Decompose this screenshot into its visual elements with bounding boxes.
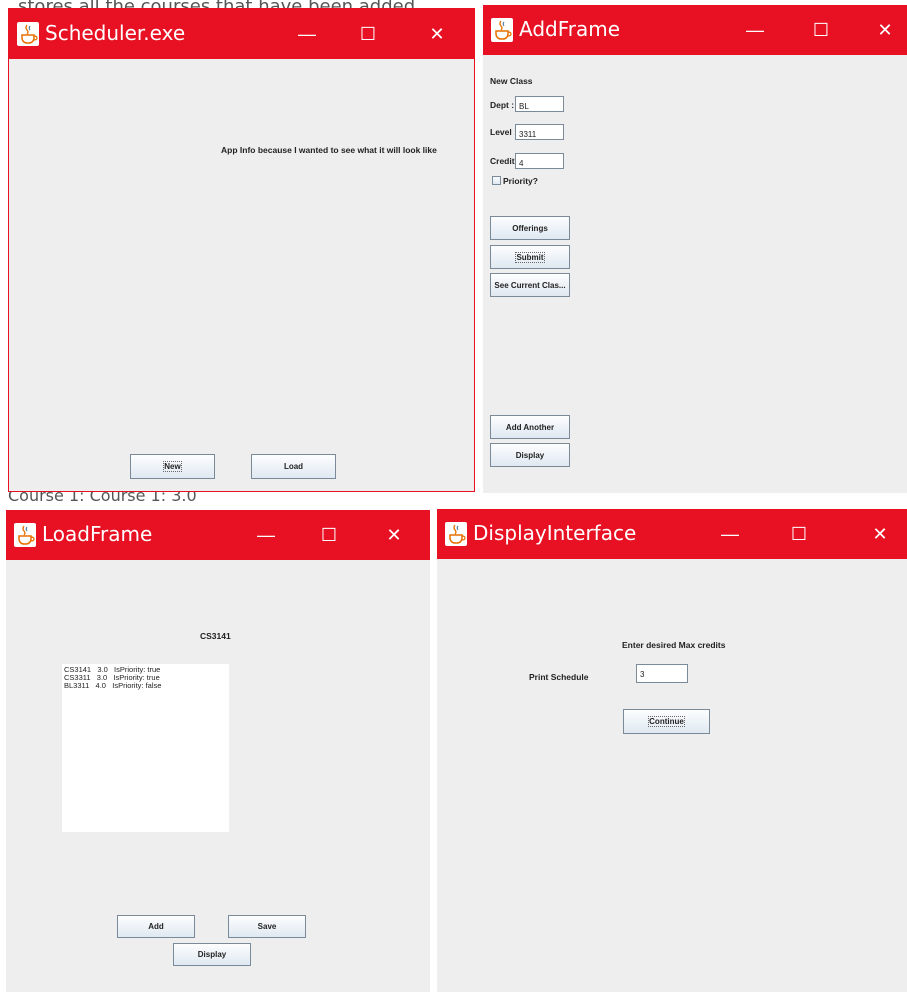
list-item[interactable]: BL3311 4.0 IsPriority: false <box>64 682 227 690</box>
java-icon <box>17 22 39 46</box>
add-another-button[interactable]: Add Another <box>490 415 570 439</box>
display-interface-title: DisplayInterface <box>473 521 637 545</box>
offerings-button[interactable]: Offerings <box>490 216 570 240</box>
add-button-label: Add <box>148 922 164 931</box>
selected-class-label: CS3141 <box>200 631 231 641</box>
new-class-heading: New Class <box>490 76 533 86</box>
save-button[interactable]: Save <box>228 915 306 938</box>
dept-label: Dept : <box>490 100 515 110</box>
level-field[interactable]: 3311 <box>515 124 564 140</box>
display-interface-titlebar[interactable]: DisplayInterface — ☐ ✕ <box>437 509 907 559</box>
load-frame-title: LoadFrame <box>42 522 153 546</box>
submit-button-label: Submit <box>515 251 545 263</box>
dept-field[interactable]: BL <box>515 96 564 112</box>
display-button[interactable]: Display <box>173 943 251 966</box>
priority-checkbox[interactable] <box>492 176 501 185</box>
maximize-icon[interactable]: ☐ <box>776 509 822 559</box>
close-icon[interactable]: ✕ <box>857 509 903 559</box>
load-button[interactable]: Load <box>251 454 336 479</box>
add-another-button-label: Add Another <box>505 422 555 432</box>
load-frame-titlebar[interactable]: LoadFrame — ☐ ✕ <box>6 510 430 560</box>
java-icon <box>14 523 36 547</box>
close-icon[interactable]: ✕ <box>862 5 907 55</box>
scheduler-content: App Info because I wanted to see what it… <box>9 59 474 491</box>
minimize-icon[interactable]: — <box>732 5 778 55</box>
credits-field[interactable]: 4 <box>515 153 564 169</box>
scheduler-titlebar[interactable]: Scheduler.exe — ☐ ✕ <box>9 9 474 59</box>
display-button-label: Display <box>515 450 545 460</box>
new-button-label: New <box>163 461 182 472</box>
submit-button[interactable]: Submit <box>490 245 570 269</box>
continue-button-label: Continue <box>648 716 685 727</box>
see-current-classes-button-label: See Current Clas... <box>494 280 566 290</box>
add-frame-window: AddFrame — ☐ ✕ New Class Dept : BL Level… <box>483 5 907 493</box>
display-button-label: Display <box>197 950 227 959</box>
minimize-icon[interactable]: — <box>707 509 753 559</box>
max-credits-field[interactable]: 3 <box>636 664 688 683</box>
see-current-classes-button[interactable]: See Current Clas... <box>490 273 570 297</box>
minimize-icon[interactable]: — <box>284 9 330 59</box>
maximize-icon[interactable]: ☐ <box>306 510 352 560</box>
new-button[interactable]: New <box>130 454 215 479</box>
java-icon <box>445 522 467 546</box>
minimize-icon[interactable]: — <box>243 510 289 560</box>
close-icon[interactable]: ✕ <box>371 510 417 560</box>
add-button[interactable]: Add <box>117 915 195 938</box>
display-button[interactable]: Display <box>490 443 570 467</box>
max-credits-prompt: Enter desired Max credits <box>622 640 726 650</box>
maximize-icon[interactable]: ☐ <box>345 9 391 59</box>
display-interface-window: DisplayInterface — ☐ ✕ Enter desired Max… <box>437 509 907 992</box>
display-interface-content: Enter desired Max credits Print Schedule… <box>437 559 907 992</box>
scheduler-title: Scheduler.exe <box>45 21 186 45</box>
continue-button[interactable]: Continue <box>623 709 710 734</box>
offerings-button-label: Offerings <box>512 223 548 233</box>
save-button-label: Save <box>257 922 277 931</box>
scheduler-window: Scheduler.exe — ☐ ✕ App Info because I w… <box>8 8 475 492</box>
load-frame-window: LoadFrame — ☐ ✕ CS3141 CS3141 3.0 IsPrio… <box>6 510 430 992</box>
maximize-icon[interactable]: ☐ <box>798 5 844 55</box>
add-frame-titlebar[interactable]: AddFrame — ☐ ✕ <box>483 5 907 55</box>
app-info-label: App Info because I wanted to see what it… <box>221 145 437 155</box>
priority-label: Priority? <box>503 176 538 186</box>
level-label: Level : <box>490 127 517 137</box>
class-list[interactable]: CS3141 3.0 IsPriority: true CS3311 3.0 I… <box>62 664 229 832</box>
load-frame-content: CS3141 CS3141 3.0 IsPriority: true CS331… <box>6 560 430 992</box>
java-icon <box>491 18 513 42</box>
add-frame-title: AddFrame <box>519 17 621 41</box>
print-schedule-label: Print Schedule <box>529 672 589 682</box>
load-button-label: Load <box>283 462 304 471</box>
add-frame-content: New Class Dept : BL Level : 3311 Credits… <box>483 55 907 493</box>
close-icon[interactable]: ✕ <box>414 9 460 59</box>
